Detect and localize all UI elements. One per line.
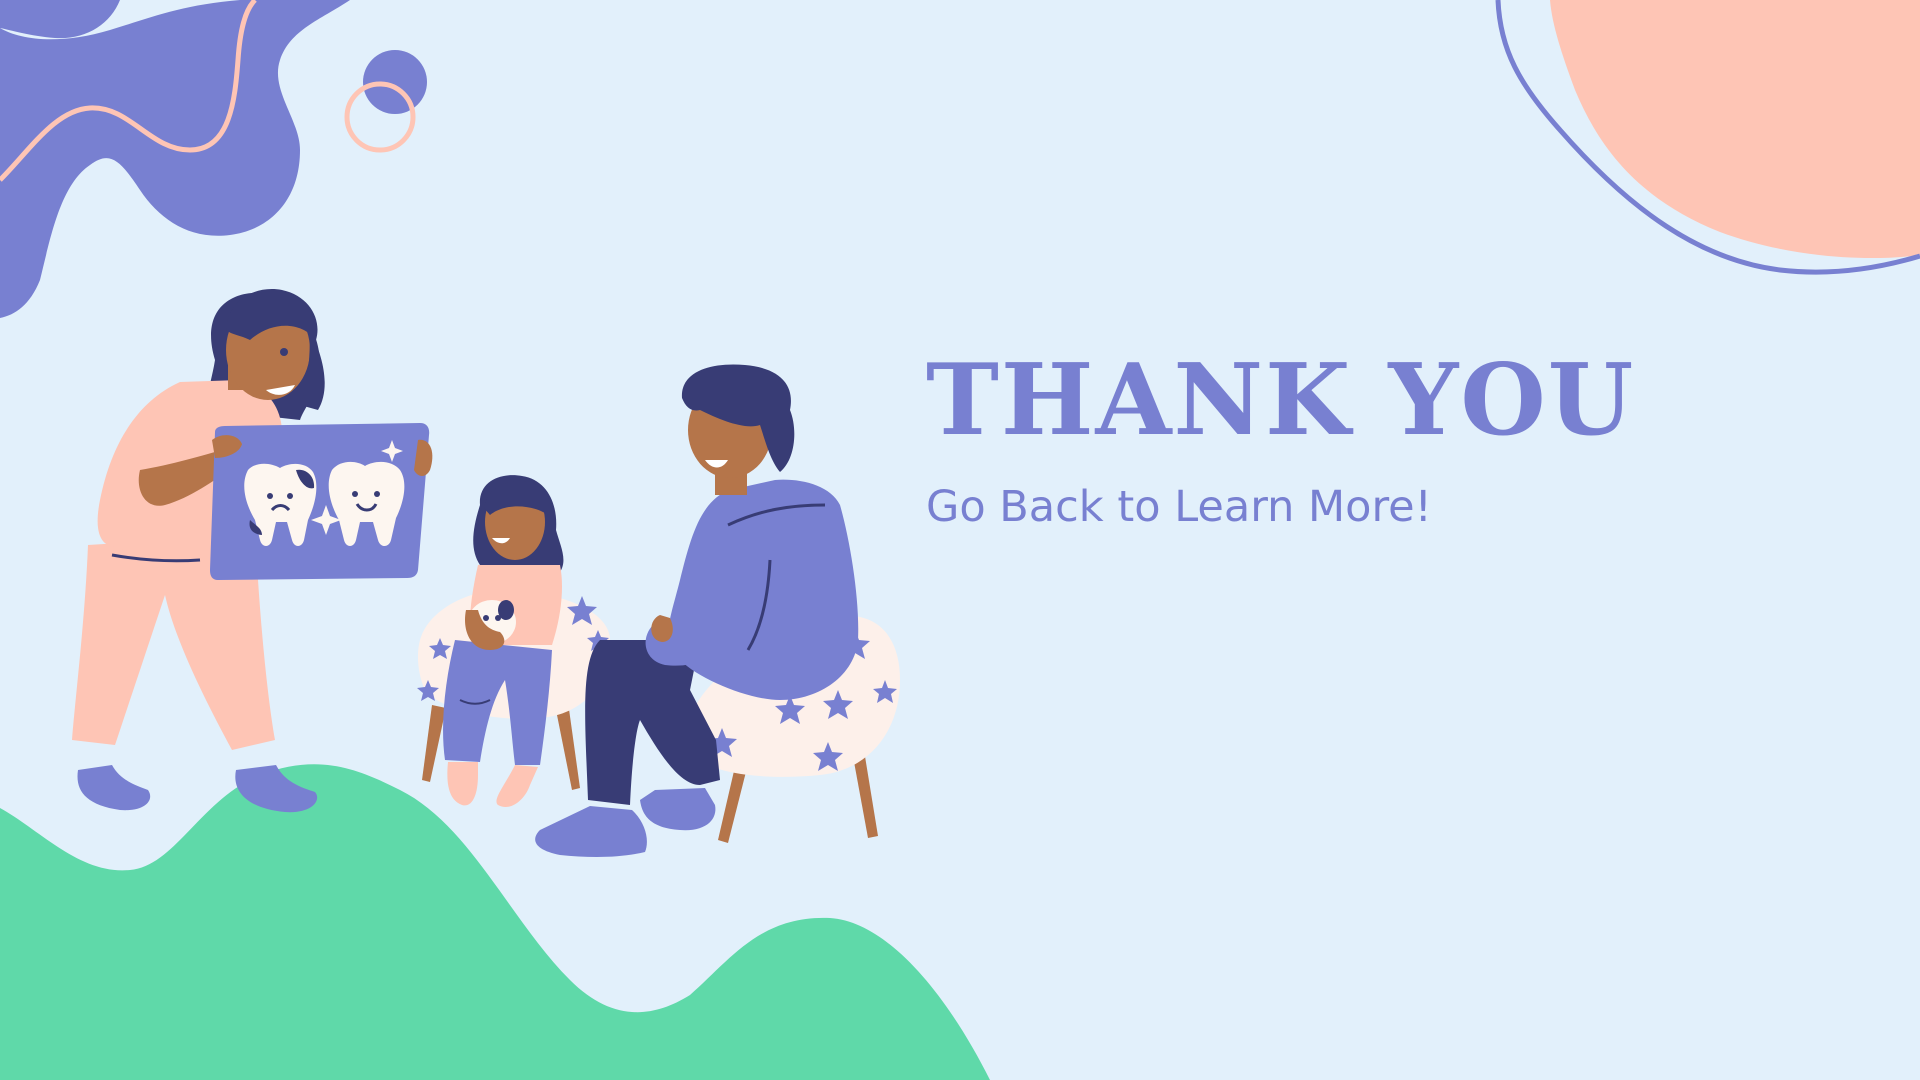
slide-title: THANK YOU xyxy=(926,343,1636,458)
go-back-link[interactable]: Go Back to Learn More! xyxy=(926,486,1432,529)
girl-figure xyxy=(417,475,611,808)
teeth-card xyxy=(210,423,433,580)
dental-visit-illustration xyxy=(72,289,900,857)
